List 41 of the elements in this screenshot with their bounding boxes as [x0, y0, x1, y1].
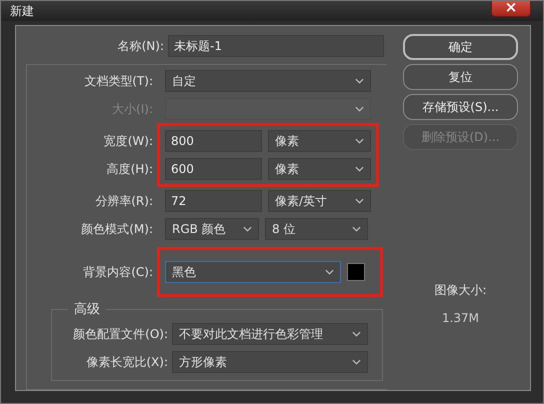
chevron-icon [352, 359, 361, 365]
chevron-icon [355, 166, 364, 172]
chevron-icon [325, 269, 334, 275]
chevron-icon [352, 331, 361, 337]
window-title: 新建 [10, 2, 34, 20]
chevron-icon [355, 106, 364, 112]
unit-dropdown[interactable]: 像素 [268, 130, 371, 152]
unit-dropdown[interactable]: 像素 [268, 158, 371, 180]
dialog-button[interactable]: 确定 [403, 34, 518, 60]
value-field[interactable]: 800 [165, 130, 262, 152]
chevron-icon [352, 226, 361, 232]
value-field[interactable]: 600 [165, 158, 262, 180]
dropdown[interactable]: 不要对此文档进行色彩管理 [172, 323, 368, 345]
field-label: 宽度(W): [102, 133, 154, 150]
dropdown[interactable]: 自定 [165, 70, 371, 92]
mode-dropdown[interactable]: RGB 颜色 [165, 218, 259, 240]
chevron-icon [355, 198, 364, 204]
field-label: 分辨率(R): [94, 193, 154, 210]
color-swatch[interactable] [347, 263, 365, 281]
unit-dropdown[interactable]: 像素/英寸 [268, 190, 371, 212]
value-field[interactable]: 72 [165, 190, 262, 212]
field-label: 高度(H): [106, 161, 154, 178]
image-size-value: 1.37M [442, 311, 480, 325]
field-label: 名称(N): [116, 38, 165, 55]
field-label: 颜色配置文件(O): [72, 326, 169, 343]
chevron-icon [243, 226, 252, 232]
field-label: 文档类型(T): [83, 73, 154, 90]
field-label: 颜色模式(M): [80, 221, 154, 238]
name-field[interactable]: 未标题-1 [168, 35, 384, 57]
background-dropdown[interactable]: 黑色 [165, 261, 341, 283]
dialog-button[interactable]: 复位 [403, 64, 518, 90]
field-label: 像素长宽比(X): [85, 354, 169, 371]
dropdown[interactable]: 方形像素 [172, 351, 368, 373]
dialog-button[interactable]: 存储预设(S)... [403, 94, 518, 120]
chevron-icon [355, 138, 364, 144]
chevron-icon [355, 78, 364, 84]
bits-dropdown[interactable]: 8 位 [265, 218, 368, 240]
image-size-label: 图像大小: [434, 282, 487, 299]
field-label: 背景内容(C): [82, 264, 154, 281]
close-button[interactable]: × [491, 1, 531, 17]
group-title: 高级 [68, 300, 106, 318]
